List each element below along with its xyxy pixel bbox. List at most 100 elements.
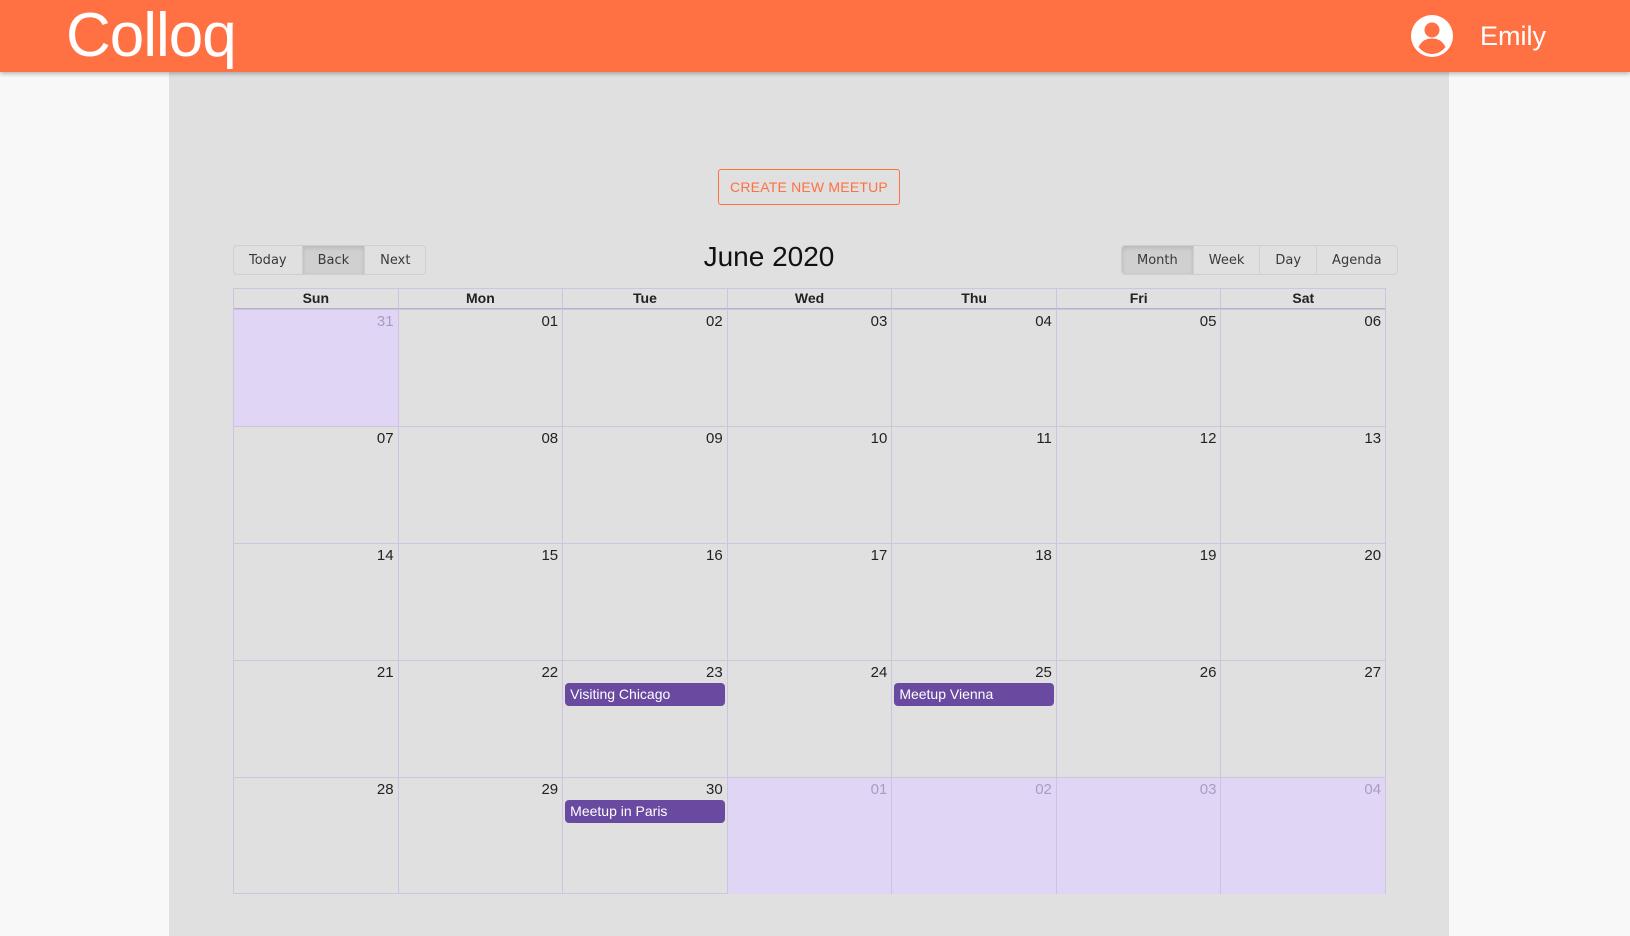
day-cell[interactable]: 15: [397, 544, 563, 660]
calendar-event[interactable]: Meetup Vienna: [894, 683, 1054, 706]
account-circle-icon[interactable]: [1410, 14, 1454, 58]
view-agenda-button[interactable]: Agenda: [1317, 245, 1398, 275]
day-cell[interactable]: 16: [562, 544, 727, 660]
weekday-header: Sun Mon Tue Wed Thu Fri Sat: [234, 289, 1385, 309]
day-cell[interactable]: 23 Visiting Chicago: [562, 661, 727, 777]
day-number[interactable]: 06: [1364, 313, 1381, 330]
day-cell[interactable]: 01: [726, 778, 892, 894]
day-number[interactable]: 05: [1200, 313, 1217, 330]
calendar-label: June 2020: [703, 241, 835, 272]
day-number[interactable]: 12: [1200, 430, 1217, 447]
weekday-wed: Wed: [726, 289, 892, 308]
week-row: 07 08 09 10 11 12 13: [234, 426, 1385, 543]
day-number[interactable]: 01: [871, 781, 888, 798]
day-cell[interactable]: 31: [234, 310, 398, 426]
weekday-tue: Tue: [562, 289, 727, 308]
day-number[interactable]: 28: [377, 781, 394, 798]
day-number[interactable]: 04: [1035, 313, 1052, 330]
back-button[interactable]: Back: [302, 245, 366, 275]
day-number[interactable]: 08: [541, 430, 558, 447]
user-menu[interactable]: Emily: [1410, 13, 1546, 59]
calendar-nav-group: Today Back Next: [233, 245, 427, 275]
day-cell[interactable]: 10: [726, 427, 892, 543]
day-cell[interactable]: 02: [891, 778, 1056, 894]
day-number[interactable]: 01: [541, 313, 558, 330]
calendar-event[interactable]: Meetup in Paris: [565, 800, 725, 823]
day-number[interactable]: 18: [1035, 547, 1052, 564]
day-number[interactable]: 30: [706, 781, 723, 798]
day-cell[interactable]: 22: [397, 661, 563, 777]
day-cell[interactable]: 03: [1055, 778, 1221, 894]
day-cell[interactable]: 26: [1055, 661, 1221, 777]
day-cell[interactable]: 02: [562, 310, 727, 426]
day-number[interactable]: 29: [541, 781, 558, 798]
day-cell[interactable]: 28: [234, 778, 398, 894]
day-number[interactable]: 20: [1364, 547, 1381, 564]
calendar-event[interactable]: Visiting Chicago: [565, 683, 725, 706]
day-number[interactable]: 15: [541, 547, 558, 564]
day-number[interactable]: 25: [1035, 664, 1052, 681]
day-number[interactable]: 24: [871, 664, 888, 681]
day-cell[interactable]: 25 Meetup Vienna: [891, 661, 1056, 777]
day-cell[interactable]: 20: [1220, 544, 1385, 660]
day-number[interactable]: 26: [1200, 664, 1217, 681]
weekday-sun: Sun: [302, 290, 330, 306]
day-cell[interactable]: 30 Meetup in Paris: [562, 778, 727, 894]
day-number[interactable]: 31: [377, 313, 394, 330]
day-cell[interactable]: 19: [1055, 544, 1221, 660]
day-cell[interactable]: 04: [1220, 778, 1386, 894]
view-day-button[interactable]: Day: [1260, 245, 1318, 275]
day-cell[interactable]: 04: [891, 310, 1056, 426]
day-number[interactable]: 02: [1035, 781, 1052, 798]
create-meetup-button[interactable]: CREATE NEW MEETUP: [718, 169, 900, 205]
day-number[interactable]: 10: [871, 430, 888, 447]
day-number[interactable]: 13: [1364, 430, 1381, 447]
today-button[interactable]: Today: [233, 245, 303, 275]
day-number[interactable]: 11: [1036, 430, 1052, 447]
day-cell[interactable]: 01: [397, 310, 563, 426]
day-number[interactable]: 07: [377, 430, 394, 447]
user-name[interactable]: Emily: [1480, 21, 1546, 52]
weekday-mon: Mon: [397, 289, 563, 308]
week-row: 31 01 02 03 04 05 06: [234, 309, 1385, 426]
day-cell[interactable]: 17: [726, 544, 892, 660]
day-cell[interactable]: 18: [891, 544, 1056, 660]
day-number[interactable]: 04: [1364, 781, 1381, 798]
day-cell[interactable]: 11: [891, 427, 1056, 543]
day-cell[interactable]: 29: [397, 778, 563, 894]
day-number[interactable]: 19: [1200, 547, 1217, 564]
day-number[interactable]: 16: [706, 547, 723, 564]
day-cell[interactable]: 06: [1220, 310, 1385, 426]
next-button[interactable]: Next: [365, 245, 427, 275]
day-number[interactable]: 23: [706, 664, 723, 681]
view-switcher: Month Week Day Agenda: [1121, 245, 1398, 275]
day-cell[interactable]: 03: [726, 310, 892, 426]
month-view: Sun Mon Tue Wed Thu Fri Sat 31 01 02 03 04 05 06 07 08…: [233, 288, 1386, 894]
day-number[interactable]: 17: [871, 547, 888, 564]
day-number[interactable]: 09: [706, 430, 723, 447]
day-cell[interactable]: 24: [726, 661, 892, 777]
day-cell[interactable]: 21: [234, 661, 398, 777]
day-cell[interactable]: 09: [562, 427, 727, 543]
day-number[interactable]: 27: [1364, 664, 1381, 681]
day-cell[interactable]: 14: [234, 544, 398, 660]
view-week-button[interactable]: Week: [1193, 245, 1261, 275]
day-cell[interactable]: 13: [1220, 427, 1385, 543]
week-row: 14 15 16 17 18 19 20: [234, 543, 1385, 660]
day-number[interactable]: 03: [1200, 781, 1217, 798]
week-row: 21 22 23 Visiting Chicago 24 25 Meetup Vienna 2…: [234, 660, 1385, 777]
brand-logo[interactable]: Colloq: [66, 2, 237, 70]
day-number[interactable]: 02: [706, 313, 723, 330]
view-month-button[interactable]: Month: [1121, 245, 1194, 275]
day-number[interactable]: 22: [541, 664, 558, 681]
day-number[interactable]: 14: [377, 547, 394, 564]
day-number[interactable]: 21: [377, 664, 394, 681]
weekday-fri: Fri: [1055, 289, 1221, 308]
day-cell[interactable]: 08: [397, 427, 563, 543]
day-number[interactable]: 03: [871, 313, 888, 330]
app-header: Colloq Emily: [0, 0, 1630, 72]
day-cell[interactable]: 27: [1220, 661, 1385, 777]
day-cell[interactable]: 12: [1055, 427, 1221, 543]
day-cell[interactable]: 05: [1055, 310, 1221, 426]
day-cell[interactable]: 07: [234, 427, 398, 543]
